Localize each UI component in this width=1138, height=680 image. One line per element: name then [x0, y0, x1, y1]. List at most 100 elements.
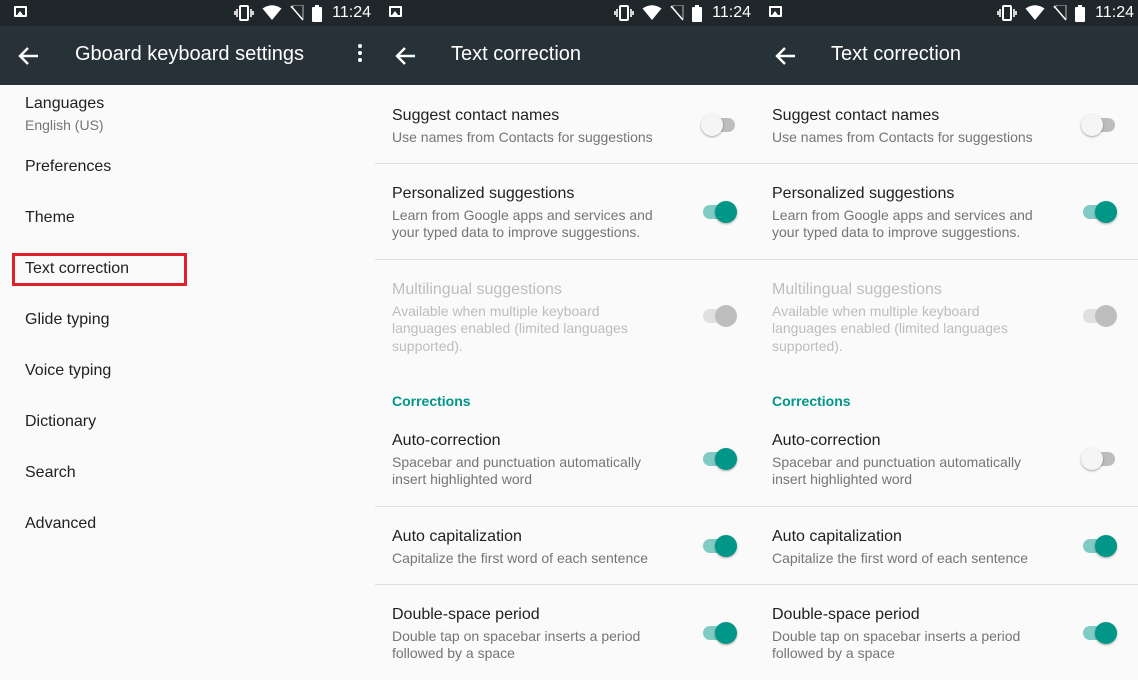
divider	[375, 506, 755, 507]
menu-item-preferences[interactable]: Preferences	[25, 158, 111, 176]
vibrate-icon	[234, 5, 254, 21]
setting-summary: your typed data to improve suggestions.	[392, 224, 641, 240]
text-correction-screen-before: 11:24 Text correction Suggest contact na…	[375, 0, 755, 680]
divider	[375, 163, 755, 164]
image-icon	[389, 6, 402, 17]
battery-icon	[312, 4, 323, 22]
setting-title-multilingual-suggestions: Multilingual suggestions	[772, 281, 942, 298]
setting-title-auto-capitalization[interactable]: Auto capitalization	[772, 528, 902, 546]
back-arrow-icon[interactable]	[775, 46, 797, 66]
setting-summary: Capitalize the first word of each senten…	[772, 550, 1029, 566]
back-arrow-icon[interactable]	[18, 46, 40, 66]
page-title: Gboard keyboard settings	[75, 43, 305, 65]
toggle-multilingual-suggestions	[701, 304, 737, 328]
setting-summary: insert highlighted word	[772, 471, 913, 487]
setting-summary: supported).	[392, 338, 463, 354]
setting-title-personalized-suggestions[interactable]: Personalized suggestions	[392, 185, 574, 203]
setting-title-suggest-contact-names[interactable]: Suggest contact names	[392, 107, 559, 125]
no-sim-icon	[290, 5, 304, 21]
section-header-corrections: Corrections	[772, 393, 851, 409]
app-bar: Text correction	[375, 26, 755, 85]
toggle-suggest-contact-names[interactable]	[1081, 113, 1117, 137]
page-title: Text correction	[451, 43, 582, 65]
setting-summary: your typed data to improve suggestions.	[772, 224, 1021, 240]
toggle-auto-correction[interactable]	[1081, 447, 1117, 471]
menu-item-voice-typing[interactable]: Voice typing	[25, 362, 111, 380]
status-time: 11:24	[1095, 4, 1134, 21]
setting-summary: Learn from Google apps and services and	[772, 207, 1033, 223]
vibrate-icon	[997, 5, 1017, 21]
setting-summary: Use names from Contacts for suggestions	[392, 129, 653, 145]
back-arrow-icon[interactable]	[395, 46, 417, 66]
toggle-double-space-period[interactable]	[701, 621, 737, 645]
menu-item-advanced[interactable]: Advanced	[25, 515, 96, 533]
toggle-personalized-suggestions[interactable]	[1081, 200, 1117, 224]
setting-title-auto-correction[interactable]: Auto-correction	[392, 432, 501, 450]
more-options-icon[interactable]	[357, 44, 363, 66]
setting-summary: followed by a space	[772, 645, 895, 661]
highlight-box	[12, 253, 187, 286]
setting-summary: Available when multiple keyboard	[392, 303, 600, 319]
toggle-multilingual-suggestions	[1081, 304, 1117, 328]
status-time: 11:24	[332, 4, 371, 21]
divider	[375, 259, 755, 260]
setting-title-auto-correction[interactable]: Auto-correction	[772, 432, 881, 450]
menu-item-theme[interactable]: Theme	[25, 209, 75, 227]
status-time: 11:24	[712, 4, 751, 21]
status-bar: 11:24	[0, 0, 375, 26]
setting-summary: Double tap on spacebar inserts a period	[392, 628, 641, 644]
app-bar: Text correction	[755, 26, 1138, 85]
setting-title-double-space-period[interactable]: Double-space period	[392, 606, 540, 624]
setting-summary: supported).	[772, 338, 843, 354]
wifi-icon	[262, 5, 282, 20]
toggle-personalized-suggestions[interactable]	[701, 200, 737, 224]
battery-icon	[692, 4, 703, 22]
setting-summary: insert highlighted word	[392, 471, 533, 487]
menu-item-dictionary[interactable]: Dictionary	[25, 413, 96, 431]
setting-summary: Double tap on spacebar inserts a period	[772, 628, 1021, 644]
image-icon	[769, 6, 782, 17]
settings-screen: 11:24 Gboard keyboard settings Languages…	[0, 0, 375, 680]
setting-title-multilingual-suggestions: Multilingual suggestions	[392, 281, 562, 298]
section-header-corrections: Corrections	[392, 393, 471, 409]
setting-title-double-space-period[interactable]: Double-space period	[772, 606, 920, 624]
divider	[375, 584, 755, 585]
toggle-auto-correction[interactable]	[701, 447, 737, 471]
app-bar: Gboard keyboard settings	[0, 26, 375, 85]
no-sim-icon	[1053, 5, 1067, 21]
setting-summary: Capitalize the first word of each senten…	[392, 550, 649, 566]
setting-summary: Learn from Google apps and services and	[392, 207, 653, 223]
wifi-icon	[642, 5, 662, 20]
setting-title-personalized-suggestions[interactable]: Personalized suggestions	[772, 185, 954, 203]
setting-summary: languages enabled (limited languages	[392, 320, 628, 336]
page-title: Text correction	[831, 43, 962, 65]
setting-title-auto-capitalization[interactable]: Auto capitalization	[392, 528, 522, 546]
setting-summary: Use names from Contacts for suggestions	[772, 129, 1033, 145]
menu-item-glide-typing[interactable]: Glide typing	[25, 311, 110, 329]
setting-summary: Spacebar and punctuation automatically	[772, 454, 1022, 470]
divider	[755, 584, 1138, 585]
text-correction-screen-after: 11:24 Text correction Suggest contact na…	[755, 0, 1138, 680]
setting-summary: followed by a space	[392, 645, 515, 661]
status-bar: 11:24	[375, 0, 755, 26]
menu-item-search[interactable]: Search	[25, 464, 76, 482]
vibrate-icon	[614, 5, 634, 21]
setting-summary: languages enabled (limited languages	[772, 320, 1008, 336]
menu-item-languages-sub: English (US)	[25, 117, 104, 133]
divider	[755, 506, 1138, 507]
setting-summary: Available when multiple keyboard	[772, 303, 980, 319]
battery-icon	[1075, 4, 1086, 22]
toggle-auto-capitalization[interactable]	[1081, 534, 1117, 558]
wifi-icon	[1025, 5, 1045, 20]
divider	[755, 163, 1138, 164]
status-bar: 11:24	[755, 0, 1138, 26]
divider	[755, 259, 1138, 260]
toggle-suggest-contact-names[interactable]	[701, 113, 737, 137]
setting-title-suggest-contact-names[interactable]: Suggest contact names	[772, 107, 939, 125]
menu-item-languages[interactable]: Languages	[25, 95, 104, 113]
no-sim-icon	[670, 5, 684, 21]
image-icon	[14, 6, 27, 17]
toggle-auto-capitalization[interactable]	[701, 534, 737, 558]
toggle-double-space-period[interactable]	[1081, 621, 1117, 645]
setting-summary: Spacebar and punctuation automatically	[392, 454, 642, 470]
